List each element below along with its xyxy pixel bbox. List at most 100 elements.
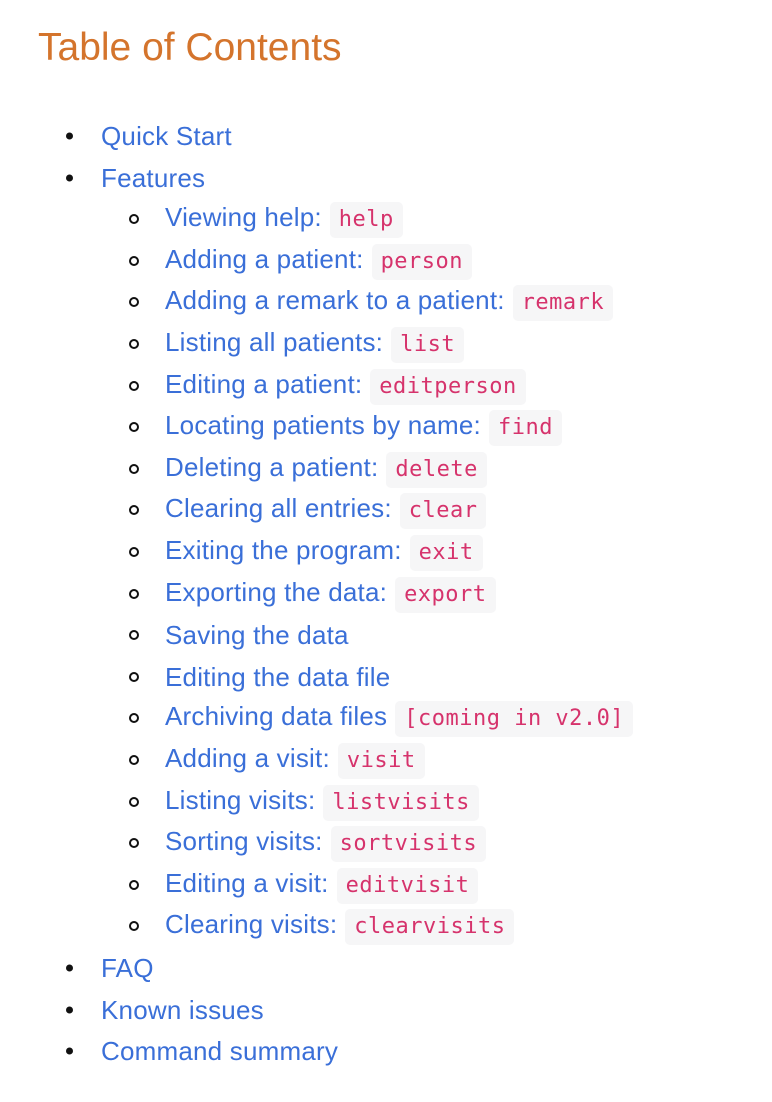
circle-bullet-icon bbox=[129, 505, 139, 515]
toc-link-adding-a-remark-to-a-patient[interactable]: Adding a remark to a patient: remark bbox=[165, 284, 614, 321]
circle-bullet-icon bbox=[129, 921, 139, 931]
toc-link-clearing-visits[interactable]: Clearing visits: clearvisits bbox=[165, 908, 515, 945]
command-code: editvisit bbox=[336, 867, 479, 904]
toc-link-viewing-help[interactable]: Viewing help: help bbox=[165, 201, 403, 238]
disc-bullet-icon bbox=[66, 132, 73, 140]
command-code: listvisits bbox=[323, 784, 479, 821]
toc-item-faq: FAQ bbox=[66, 948, 154, 988]
circle-bullet-icon bbox=[129, 589, 139, 599]
toc-link-archiving-data-files[interactable]: Archiving data files [coming in v2.0] bbox=[165, 700, 634, 737]
toc-item-exporting-the-data: Exporting the data: export bbox=[129, 574, 496, 614]
toc-link-label: Viewing help: bbox=[165, 201, 322, 232]
toc-link-listing-all-patients[interactable]: Listing all patients: list bbox=[165, 326, 465, 363]
toc-item-clearing-all-entries: Clearing all entries: clear bbox=[129, 490, 487, 530]
circle-bullet-icon bbox=[129, 797, 139, 807]
toc-item-locating-patients-by-name: Locating patients by name: find bbox=[129, 407, 562, 447]
toc-link-exporting-the-data[interactable]: Exporting the data: export bbox=[165, 576, 496, 613]
toc-item-archiving-data-files: Archiving data files [coming in v2.0] bbox=[129, 698, 634, 738]
toc-link-quick-start[interactable]: Quick Start bbox=[101, 120, 232, 152]
circle-bullet-icon bbox=[129, 381, 139, 391]
toc-link-label: Exiting the program: bbox=[165, 534, 402, 565]
circle-bullet-icon bbox=[129, 630, 139, 640]
command-code: person bbox=[371, 243, 473, 280]
command-code: delete bbox=[386, 451, 487, 488]
circle-bullet-icon bbox=[129, 755, 139, 765]
toc-link-faq[interactable]: FAQ bbox=[101, 952, 154, 984]
toc-link-adding-a-patient[interactable]: Adding a patient: person bbox=[165, 243, 473, 280]
toc-link-editing-the-data-file[interactable]: Editing the data file bbox=[165, 661, 390, 693]
toc-link-command-summary[interactable]: Command summary bbox=[101, 1035, 338, 1067]
toc-link-label: Adding a patient: bbox=[165, 243, 364, 274]
toc-link-label: Adding a visit: bbox=[165, 742, 330, 773]
toc-link-clearing-all-entries[interactable]: Clearing all entries: clear bbox=[165, 492, 487, 529]
toc-link-label: FAQ bbox=[101, 953, 154, 983]
toc-item-listing-all-patients: Listing all patients: list bbox=[129, 324, 465, 364]
toc-link-label: Known issues bbox=[101, 995, 264, 1025]
toc-item-adding-a-remark-to-a-patient: Adding a remark to a patient: remark bbox=[129, 282, 614, 322]
toc-link-label: Clearing visits: bbox=[165, 908, 338, 939]
toc-item-deleting-a-patient: Deleting a patient: delete bbox=[129, 449, 487, 489]
circle-bullet-icon bbox=[129, 422, 139, 432]
toc-link-known-issues[interactable]: Known issues bbox=[101, 994, 264, 1026]
command-code: visit bbox=[337, 742, 425, 779]
toc-item-viewing-help: Viewing help: help bbox=[129, 199, 403, 239]
command-code: editperson bbox=[370, 368, 526, 405]
circle-bullet-icon bbox=[129, 838, 139, 848]
toc-link-sorting-visits[interactable]: Sorting visits: sortvisits bbox=[165, 825, 487, 862]
circle-bullet-icon bbox=[129, 297, 139, 307]
toc-link-label: Sorting visits: bbox=[165, 825, 323, 856]
toc-item-clearing-visits: Clearing visits: clearvisits bbox=[129, 906, 515, 946]
command-code: help bbox=[329, 201, 403, 238]
page-title: Table of Contents bbox=[38, 26, 342, 69]
command-code: list bbox=[391, 326, 465, 363]
toc-item-editing-a-patient: Editing a patient: editperson bbox=[129, 366, 526, 406]
circle-bullet-icon bbox=[129, 713, 139, 723]
toc-item-exiting-the-program: Exiting the program: exit bbox=[129, 532, 483, 572]
toc-link-exiting-the-program[interactable]: Exiting the program: exit bbox=[165, 534, 483, 571]
toc-link-locating-patients-by-name[interactable]: Locating patients by name: find bbox=[165, 409, 562, 446]
toc-link-label: Adding a remark to a patient: bbox=[165, 284, 505, 315]
command-code: exit bbox=[409, 534, 483, 571]
toc-link-label: Editing a visit: bbox=[165, 867, 329, 898]
toc-item-adding-a-patient: Adding a patient: person bbox=[129, 241, 473, 281]
disc-bullet-icon bbox=[66, 964, 73, 972]
disc-bullet-icon bbox=[66, 1047, 73, 1055]
toc-item-saving-the-data: Saving the data bbox=[129, 615, 349, 655]
circle-bullet-icon bbox=[129, 547, 139, 557]
toc-item-sorting-visits: Sorting visits: sortvisits bbox=[129, 823, 487, 863]
circle-bullet-icon bbox=[129, 464, 139, 474]
command-code: sortvisits bbox=[330, 825, 487, 862]
toc-link-label: Exporting the data: bbox=[165, 576, 388, 607]
toc-link-listing-visits[interactable]: Listing visits: listvisits bbox=[165, 784, 479, 821]
toc-item-adding-a-visit: Adding a visit: visit bbox=[129, 740, 425, 780]
disc-bullet-icon bbox=[66, 1006, 73, 1014]
toc-link-saving-the-data[interactable]: Saving the data bbox=[165, 619, 349, 651]
toc-link-editing-a-visit[interactable]: Editing a visit: editvisit bbox=[165, 867, 479, 904]
command-code: clear bbox=[399, 492, 487, 529]
toc-link-label: Deleting a patient: bbox=[165, 451, 379, 482]
disc-bullet-icon bbox=[66, 174, 73, 182]
toc-link-label: Saving the data bbox=[165, 620, 349, 650]
circle-bullet-icon bbox=[129, 256, 139, 266]
toc-link-features[interactable]: Features bbox=[101, 162, 205, 194]
toc-item-features: Features bbox=[66, 158, 205, 198]
circle-bullet-icon bbox=[129, 672, 139, 682]
toc-link-editing-a-patient[interactable]: Editing a patient: editperson bbox=[165, 368, 526, 405]
toc-link-deleting-a-patient[interactable]: Deleting a patient: delete bbox=[165, 451, 487, 488]
circle-bullet-icon bbox=[129, 339, 139, 349]
toc-link-label: Quick Start bbox=[101, 121, 232, 151]
command-code: remark bbox=[512, 284, 614, 321]
toc-link-label: Listing visits: bbox=[165, 784, 316, 815]
toc-item-editing-the-data-file: Editing the data file bbox=[129, 657, 390, 697]
toc-link-label: Editing a patient: bbox=[165, 368, 363, 399]
toc-item-quick-start: Quick Start bbox=[66, 116, 232, 156]
toc-link-label: Features bbox=[101, 163, 206, 193]
command-code: [coming in v2.0] bbox=[395, 700, 634, 737]
toc-page: Table of Contents Quick Start Features Vie… bbox=[0, 0, 772, 1102]
toc-link-label: Archiving data files bbox=[165, 700, 388, 731]
toc-link-adding-a-visit[interactable]: Adding a visit: visit bbox=[165, 742, 425, 779]
toc-link-label: Listing all patients: bbox=[165, 326, 384, 357]
toc-item-editing-a-visit: Editing a visit: editvisit bbox=[129, 865, 479, 905]
toc-item-listing-visits: Listing visits: listvisits bbox=[129, 782, 479, 822]
toc-link-label: Command summary bbox=[101, 1036, 339, 1066]
